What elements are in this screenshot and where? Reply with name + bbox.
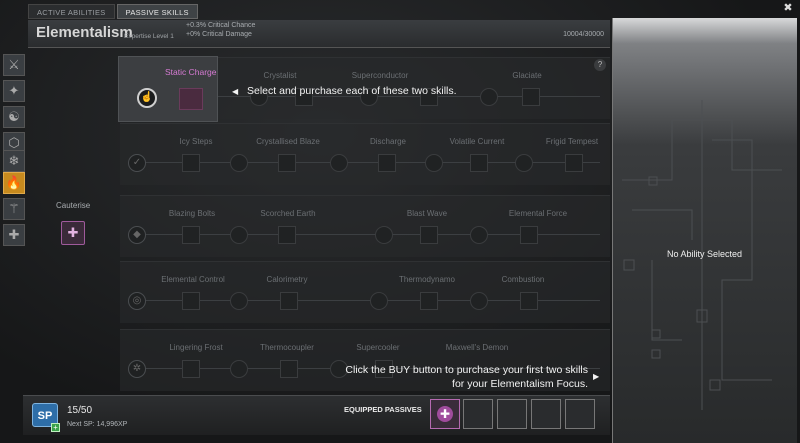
row-check-icon: ✓ <box>128 154 146 172</box>
highlighted-skill-panel <box>118 56 218 122</box>
skill-slot[interactable] <box>522 88 540 106</box>
next-sp: Next SP: 14,996XP <box>67 421 128 428</box>
skill-label: Elemental Force <box>508 209 568 218</box>
plus-icon: ✚ <box>437 406 453 422</box>
skill-slot[interactable] <box>278 226 296 244</box>
tab-active-abilities[interactable]: ACTIVE ABILITIES <box>28 4 115 19</box>
static-charge-node[interactable]: ☝ <box>137 88 157 108</box>
skill-slot[interactable] <box>515 154 533 172</box>
skill-slot[interactable] <box>182 292 200 310</box>
skill-label: Maxwell's Demon <box>445 343 509 352</box>
skill-slot[interactable] <box>470 154 488 172</box>
bonus-crit-chance: +0.3% Critical Chance <box>186 22 256 29</box>
tip2-line1: Click the BUY button to purchase your fi… <box>345 364 588 376</box>
skill-label: Supercooler <box>356 343 400 352</box>
equipped-slot-1[interactable]: ✚ <box>430 399 460 429</box>
skill-slot[interactable] <box>230 154 248 172</box>
skill-slot[interactable] <box>420 292 438 310</box>
cauterise-label: Cauterise <box>56 201 91 210</box>
skill-row-3: ◆ Blazing Bolts Scorched Earth Blast Wav… <box>120 195 610 257</box>
equipped-slot-4[interactable] <box>531 399 561 429</box>
row-snowflake-icon: ✲ <box>128 360 146 378</box>
skill-slot[interactable] <box>370 292 388 310</box>
equipped-slot-5[interactable] <box>565 399 595 429</box>
skill-label: Crystallised Blaze <box>256 137 320 146</box>
row-shield-icon: ◆ <box>128 226 146 244</box>
tree-title: Elementalism <box>36 24 133 41</box>
tip2-line2: for your Elementalism Focus. <box>452 378 588 390</box>
skill-slot[interactable] <box>182 226 200 244</box>
skill-label: Calorimetry <box>266 275 308 284</box>
skill-label: Elemental Control <box>161 275 225 284</box>
tree-icon-1[interactable]: ⚔ <box>3 54 25 76</box>
tree-icon-7[interactable]: ⚚ <box>3 198 25 220</box>
no-ability-selected: No Ability Selected <box>666 249 743 259</box>
tree-icon-2[interactable]: ✦ <box>3 80 25 102</box>
skill-label: Frigid Tempest <box>545 137 599 146</box>
skill-label: Icy Steps <box>179 137 213 146</box>
close-icon[interactable]: ✖ <box>782 2 794 14</box>
skill-label: Crystalist <box>263 71 297 80</box>
equipped-slot-3[interactable] <box>497 399 527 429</box>
skill-slot[interactable] <box>480 88 498 106</box>
skill-label: Thermodynamo <box>398 275 456 284</box>
skill-label: Superconductor <box>351 71 409 80</box>
static-charge-skill[interactable] <box>179 88 203 110</box>
skill-slot[interactable] <box>280 292 298 310</box>
bonus-crit-damage: +0% Critical Damage <box>186 31 252 38</box>
row-target-icon: ◎ <box>128 292 146 310</box>
skill-slot[interactable] <box>182 360 200 378</box>
skill-slot[interactable] <box>182 154 200 172</box>
skill-row-2: ✓ Icy Steps Crystallised Blaze Discharge… <box>120 123 610 185</box>
frost-icon[interactable]: ❄ <box>3 150 25 172</box>
static-charge-label: Static Charge <box>165 67 217 77</box>
tutorial-tip-1: Select and purchase each of these two sk… <box>247 85 457 97</box>
tree-icon-8[interactable]: ✚ <box>3 224 25 246</box>
skill-grid: Crystalist Superconductor Glaciate ✓ Icy… <box>28 49 610 395</box>
skill-label: Blast Wave <box>406 209 448 218</box>
skill-label: Scorched Earth <box>260 209 316 218</box>
tip-arrow-right-icon: ▶ <box>593 372 600 381</box>
skill-slot[interactable] <box>565 154 583 172</box>
skill-label: Lingering Frost <box>169 343 223 352</box>
tutorial-tip-2: Click the BUY button to purchase your fi… <box>338 363 588 391</box>
skill-slot[interactable] <box>278 154 296 172</box>
skill-label: Combustion <box>501 275 545 284</box>
skill-slot[interactable] <box>470 292 488 310</box>
equipped-slot-2[interactable] <box>463 399 493 429</box>
skill-slot[interactable] <box>375 226 393 244</box>
skill-label: Volatile Current <box>449 137 505 146</box>
skill-label: Discharge <box>369 137 407 146</box>
skill-slot[interactable] <box>378 154 396 172</box>
circuit-decoration <box>622 100 782 410</box>
skill-slot[interactable] <box>230 360 248 378</box>
ability-tabs: ACTIVE ABILITIES PASSIVE SKILLS <box>28 4 198 19</box>
skill-slot[interactable] <box>520 226 538 244</box>
skill-slot[interactable] <box>280 360 298 378</box>
help-icon[interactable]: ? <box>594 59 606 71</box>
skill-label: Blazing Bolts <box>168 209 216 218</box>
tree-selector: ⚔ ✦ ☯ ⬡ ❄ 🔥 ⚚ ✚ <box>0 52 26 272</box>
skill-slot[interactable] <box>230 226 248 244</box>
tip-arrow-left-icon: ◀ <box>232 87 239 96</box>
expertise-level: Expertise Level 1 <box>124 33 174 40</box>
tree-icon-3[interactable]: ☯ <box>3 106 25 128</box>
sp-plus-icon[interactable]: + <box>51 423 60 432</box>
skill-slot[interactable] <box>470 226 488 244</box>
cauterise-icon[interactable]: ✚ <box>61 221 85 245</box>
skill-label: Glaciate <box>512 71 542 80</box>
skill-slot[interactable] <box>330 154 348 172</box>
skill-slot[interactable] <box>420 226 438 244</box>
fire-icon[interactable]: 🔥 <box>3 172 25 194</box>
skill-row-4: ◎ Elemental Control Calorimetry Thermody… <box>120 261 610 323</box>
skill-label: Thermocoupler <box>260 343 314 352</box>
equipped-passives-label: EQUIPPED PASSIVES <box>344 405 422 414</box>
skill-tree-header: Elementalism Expertise Level 1 +0.3% Cri… <box>28 20 610 48</box>
xp-progress: 10004/30000 <box>563 31 604 38</box>
skill-slot[interactable] <box>425 154 443 172</box>
skill-slot[interactable] <box>520 292 538 310</box>
sp-count: 15/50 <box>67 405 93 416</box>
tab-passive-skills[interactable]: PASSIVE SKILLS <box>116 4 198 19</box>
skill-slot[interactable] <box>230 292 248 310</box>
